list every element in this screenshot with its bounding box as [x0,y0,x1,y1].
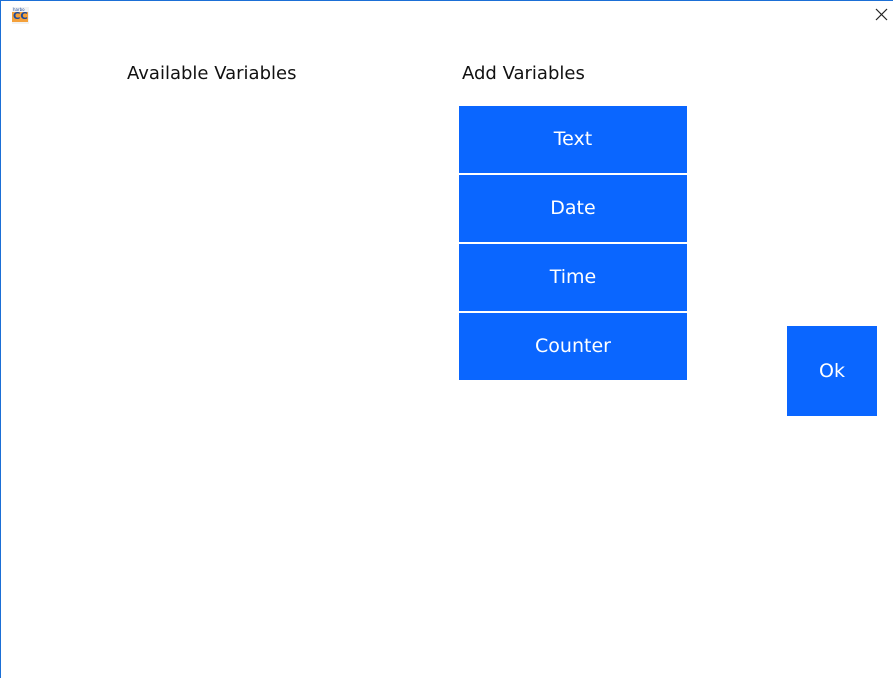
add-date-button[interactable]: Date [459,175,687,242]
add-text-button[interactable]: Text [459,106,687,173]
ok-button[interactable]: Ok [787,326,877,416]
add-variables-heading: Add Variables [462,63,585,84]
add-counter-button[interactable]: Counter [459,313,687,380]
add-time-button[interactable]: Time [459,244,687,311]
app-icon-letters: CC [13,11,28,22]
app-logo-icon: harbo CC [12,7,29,24]
title-bar: harbo CC [1,1,893,31]
add-variables-button-list: Text Date Time Counter [459,106,687,382]
available-variables-list[interactable] [127,101,427,661]
variables-dialog: harbo CC Available Variables Add Variabl… [0,0,893,678]
close-icon[interactable] [873,6,891,24]
available-variables-heading: Available Variables [127,63,297,84]
